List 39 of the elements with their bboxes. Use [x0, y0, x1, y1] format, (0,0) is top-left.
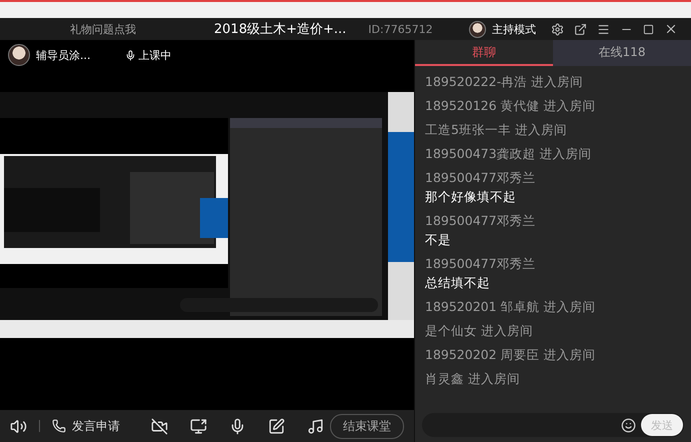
join-notice: 189520126 黄代健 进入房间 — [425, 98, 597, 115]
end-class-button[interactable]: 结束课堂 — [330, 414, 404, 438]
settings-icon[interactable] — [551, 22, 564, 36]
message-sender: 189500477邓秀兰 — [425, 213, 537, 230]
maximize-icon[interactable] — [643, 24, 654, 34]
emoji-icon[interactable] — [621, 418, 636, 432]
join-notice: 189520201 邹卓航 进入房间 — [425, 299, 597, 316]
message-sender: 189500477邓秀兰 — [425, 170, 537, 187]
speaker-icon[interactable] — [10, 418, 27, 434]
class-status: 上课中 — [138, 48, 172, 62]
screen-share-icon[interactable] — [190, 418, 207, 434]
join-notice: 189520222-冉浩 进入房间 — [425, 74, 584, 91]
microphone-icon[interactable] — [229, 418, 246, 434]
external-link-icon[interactable] — [574, 22, 587, 36]
gift-help-link[interactable]: 礼物问题点我 — [0, 22, 206, 36]
host-mode-label: 主持模式 — [492, 22, 536, 36]
close-icon[interactable] — [664, 22, 678, 36]
apply-to-speak-button[interactable]: 发言申请 — [52, 418, 120, 434]
menu-icon[interactable] — [597, 22, 610, 36]
message-text: 不是 — [425, 232, 452, 249]
chat-tab[interactable]: 在线118 — [553, 40, 691, 66]
room-id: ID:7765712 — [368, 22, 433, 36]
avatar — [469, 20, 486, 38]
window-title: 2018级土木+造价+... — [214, 21, 346, 38]
microphone-icon — [124, 50, 136, 60]
phone-icon — [52, 419, 66, 433]
join-notice: 是个仙女 进入房间 — [425, 323, 534, 340]
message-sender: 189500477邓秀兰 — [425, 256, 537, 273]
message-text: 那个好像填不起 — [425, 189, 517, 206]
join-notice: 工造5班张一丰 进入房间 — [425, 122, 568, 139]
host-name: 辅导员涂... — [36, 48, 90, 62]
join-notice: 189520202 周要臣 进入房间 — [425, 347, 597, 364]
pen-square-icon[interactable] — [268, 418, 285, 434]
camera-off-icon[interactable] — [151, 418, 168, 434]
message-text: 总结填不起 — [425, 275, 491, 292]
avatar — [8, 44, 30, 66]
join-notice: 肖灵鑫 进入房间 — [425, 371, 521, 388]
music-note-icon[interactable] — [307, 418, 324, 434]
join-notice: 189500473龚政超 进入房间 — [425, 146, 593, 163]
